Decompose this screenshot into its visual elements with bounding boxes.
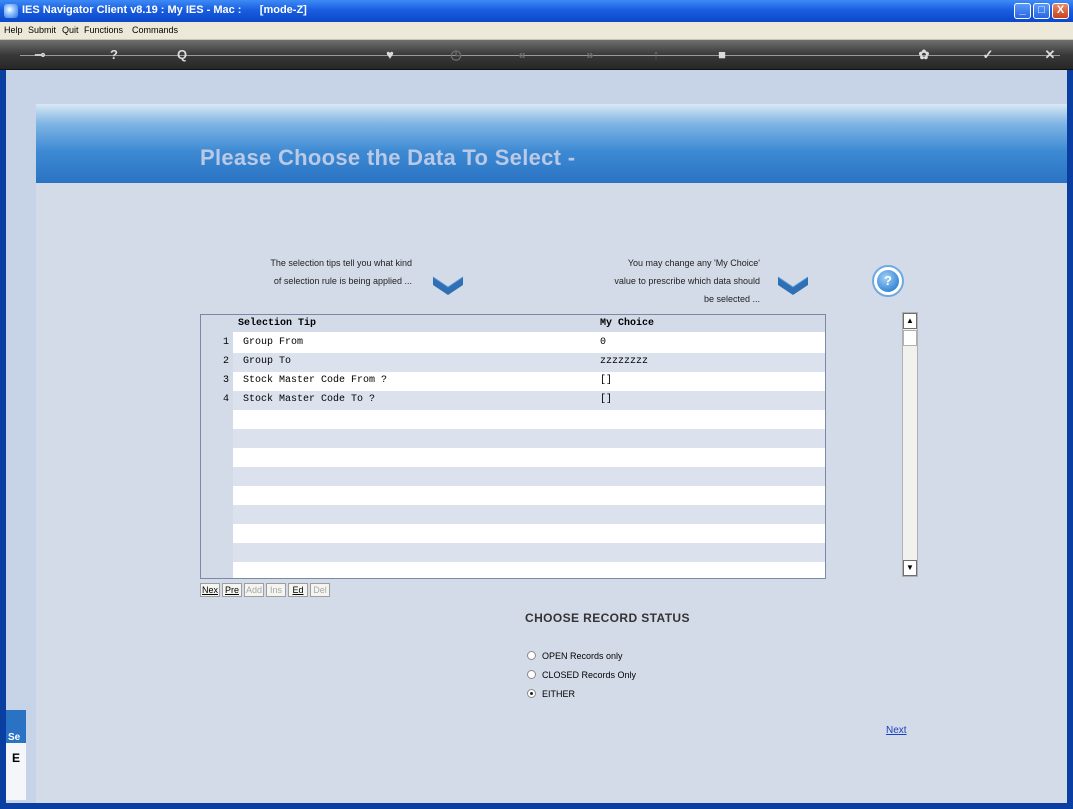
- cell-selection-tip: Stock Master Code From ?: [243, 375, 388, 386]
- selection-panel: ? The selection tips tell you what kind …: [36, 183, 1067, 803]
- next-record-button[interactable]: Nex: [200, 583, 220, 597]
- empty-row[interactable]: [233, 448, 825, 467]
- cell-my-choice[interactable]: []: [600, 375, 612, 386]
- key-icon[interactable]: ⊸: [30, 46, 50, 64]
- previous-record-button[interactable]: Pre: [222, 583, 242, 597]
- arrow-down-left-icon: [432, 276, 464, 295]
- row-number: 4: [222, 394, 229, 405]
- app-icon: [4, 4, 18, 18]
- cell-my-choice[interactable]: zzzzzzzz: [600, 356, 648, 367]
- empty-row[interactable]: [233, 429, 825, 448]
- tip-right: You may change any 'My Choice' value to …: [526, 254, 760, 308]
- radio-either-label: EITHER: [542, 689, 576, 699]
- radio-closed-indicator[interactable]: [527, 670, 536, 679]
- radio-open-records[interactable]: OPEN Records only: [527, 651, 623, 661]
- close-icon[interactable]: ✕: [1040, 46, 1060, 64]
- vertical-scrollbar[interactable]: ▲ ▼: [902, 312, 918, 577]
- tip-right-line3: be selected ...: [703, 294, 760, 304]
- scroll-down-button[interactable]: ▼: [903, 560, 917, 576]
- row-number: 2: [222, 356, 229, 367]
- table-row[interactable]: Stock Master Code From ? []: [233, 372, 825, 391]
- forward-icon[interactable]: »: [580, 46, 600, 64]
- record-status-title: CHOOSE RECORD STATUS: [525, 611, 690, 625]
- page-title: Please Choose the Data To Select -: [200, 145, 576, 170]
- empty-row[interactable]: [233, 410, 825, 429]
- menu-bar: Help Submit Quit Functions Commands: [0, 22, 1073, 40]
- side-panel-label: Se: [8, 732, 21, 743]
- empty-row[interactable]: [233, 562, 825, 578]
- back-icon[interactable]: «: [512, 46, 532, 64]
- scroll-up-button[interactable]: ▲: [903, 313, 917, 329]
- cell-selection-tip: Group From: [243, 337, 304, 348]
- cell-my-choice[interactable]: []: [600, 394, 612, 405]
- clock-icon[interactable]: ◷: [446, 46, 466, 64]
- grid-header: Selection Tip My Choice: [201, 315, 825, 332]
- menu-quit[interactable]: Quit: [62, 25, 79, 35]
- empty-row[interactable]: [233, 524, 825, 543]
- client-area: Please Choose the Data To Select - Se E …: [6, 70, 1067, 803]
- radio-open-label: OPEN Records only: [542, 651, 623, 661]
- menu-help[interactable]: Help: [4, 25, 23, 35]
- scroll-thumb[interactable]: [903, 330, 917, 346]
- add-record-button[interactable]: Add: [244, 583, 264, 597]
- side-panel-letter: E: [12, 751, 21, 765]
- menu-commands[interactable]: Commands: [132, 25, 178, 35]
- empty-row[interactable]: [233, 467, 825, 486]
- window-title: IES Navigator Client v8.19 : My IES - Ma…: [22, 4, 307, 16]
- menu-functions[interactable]: Functions: [84, 25, 123, 35]
- heart-icon[interactable]: ♥: [380, 46, 400, 64]
- toolbar: ⊸ ? Q ♥ ◷ « » ↑ ■ ✿ ✓ ✕: [0, 40, 1073, 70]
- tip-right-line1: You may change any 'My Choice': [627, 258, 760, 268]
- radio-closed-label: CLOSED Records Only: [542, 670, 637, 680]
- cell-selection-tip: Stock Master Code To ?: [243, 394, 376, 405]
- arrow-down-right-icon: [777, 276, 809, 295]
- close-window-button[interactable]: X: [1052, 3, 1069, 19]
- tip-left-line1: The selection tips tell you what kind: [270, 258, 412, 268]
- app-window: IES Navigator Client v8.19 : My IES - Ma…: [0, 0, 1073, 809]
- settings-icon[interactable]: ✿: [914, 46, 934, 64]
- check-icon[interactable]: ✓: [978, 46, 998, 64]
- minimize-button[interactable]: _: [1014, 3, 1031, 19]
- empty-row[interactable]: [233, 505, 825, 524]
- search-icon[interactable]: Q: [172, 46, 192, 64]
- maximize-button[interactable]: □: [1033, 3, 1050, 19]
- radio-either[interactable]: EITHER: [527, 689, 575, 699]
- cell-my-choice[interactable]: 0: [600, 337, 606, 348]
- help-circle-glyph: ?: [877, 270, 899, 292]
- radio-either-indicator[interactable]: [527, 689, 536, 698]
- header-my-choice: My Choice: [600, 318, 655, 329]
- next-link[interactable]: Next: [886, 725, 907, 736]
- header-selection-tip: Selection Tip: [238, 318, 317, 329]
- row-number-column: [201, 315, 233, 578]
- menu-submit[interactable]: Submit: [28, 25, 56, 35]
- header-banner: Please Choose the Data To Select -: [36, 104, 1067, 183]
- tip-left-line2: of selection rule is being applied ...: [273, 276, 412, 286]
- delete-record-button[interactable]: Del: [310, 583, 330, 597]
- insert-record-button[interactable]: Ins: [266, 583, 286, 597]
- square-icon[interactable]: ■: [712, 46, 732, 64]
- empty-row[interactable]: [233, 543, 825, 562]
- empty-row[interactable]: [233, 486, 825, 505]
- title-bar[interactable]: IES Navigator Client v8.19 : My IES - Ma…: [0, 0, 1073, 22]
- tip-left: The selection tips tell you what kind of…: [196, 254, 412, 290]
- help-icon[interactable]: ?: [104, 46, 124, 64]
- radio-closed-records[interactable]: CLOSED Records Only: [527, 670, 636, 680]
- edit-record-button[interactable]: Ed: [288, 583, 308, 597]
- selection-grid: Selection Tip My Choice Group From 0 1 G…: [200, 314, 826, 579]
- help-circle-icon[interactable]: ?: [872, 265, 904, 297]
- table-row[interactable]: Stock Master Code To ? []: [233, 391, 825, 410]
- tip-right-line2: value to prescribe which data should: [614, 276, 760, 286]
- cell-selection-tip: Group To: [243, 356, 292, 367]
- radio-open-indicator[interactable]: [527, 651, 536, 660]
- row-number: 3: [222, 375, 229, 386]
- table-row[interactable]: Group From 0: [233, 334, 825, 353]
- table-row[interactable]: Group To zzzzzzzz: [233, 353, 825, 372]
- row-number: 1: [222, 337, 229, 348]
- page-icon[interactable]: ↑: [646, 46, 666, 64]
- side-panel-lower: E: [6, 743, 26, 800]
